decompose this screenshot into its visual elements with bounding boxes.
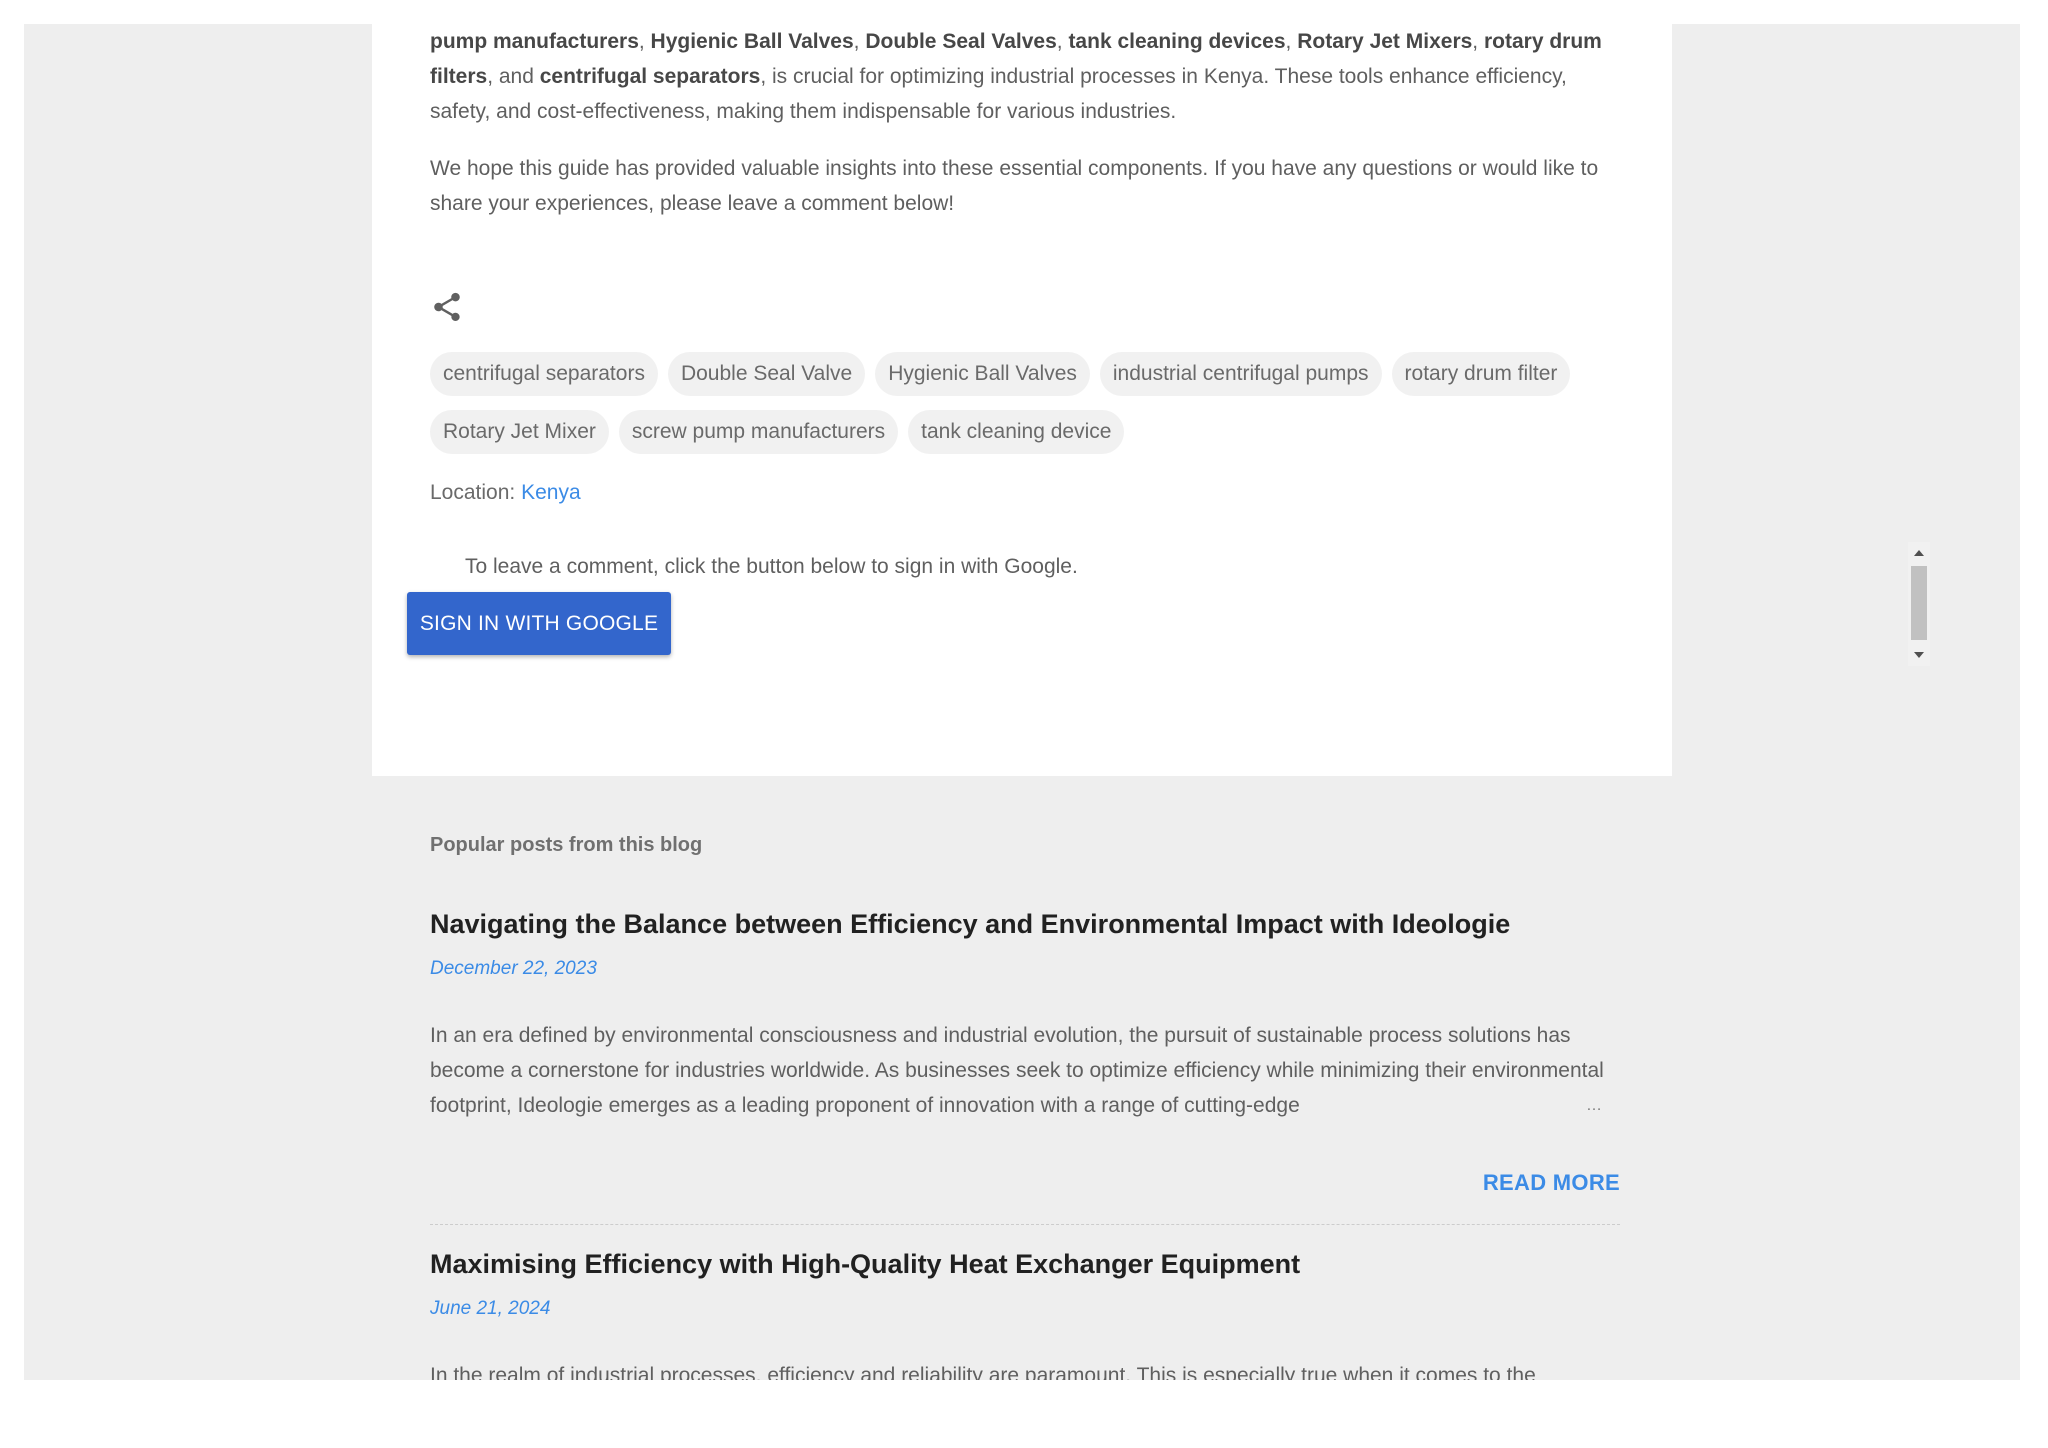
summary-bold-term: Double Seal Valves <box>865 30 1057 53</box>
label-chip[interactable]: centrifugal separators <box>430 352 658 396</box>
comment-signin-prompt: To leave a comment, click the button bel… <box>465 555 1078 578</box>
summary-text-run: , <box>853 30 866 53</box>
popular-post-title[interactable]: Navigating the Balance between Efficienc… <box>430 906 1620 942</box>
summary-text-run: , <box>1056 30 1069 53</box>
summary-text-run: , <box>1285 30 1298 53</box>
post-card: pump manufacturers, Hygienic Ball Valves… <box>372 24 1930 776</box>
popular-post-snippet: In the realm of industrial processes, ef… <box>430 1358 1620 1380</box>
popular-posts-divider <box>430 1224 1620 1225</box>
location-label: Location: <box>430 481 516 504</box>
post-body: pump manufacturers, Hygienic Ball Valves… <box>430 24 1620 221</box>
label-chip[interactable]: Rotary Jet Mixer <box>430 410 609 454</box>
popular-post-snippet-text: In an era defined by environmental consc… <box>430 1024 1604 1117</box>
popular-post-snippet: In an era defined by environmental consc… <box>430 1018 1620 1123</box>
popular-post: Navigating the Balance between Efficienc… <box>430 906 1620 1195</box>
scroll-thumb[interactable] <box>1911 566 1927 640</box>
post-labels: centrifugal separators Double Seal Valve… <box>430 352 1630 454</box>
popular-post: Maximising Efficiency with High-Quality … <box>430 1246 1620 1380</box>
scroll-down-arrow-icon[interactable] <box>1914 652 1924 658</box>
label-chip[interactable]: tank cleaning device <box>908 410 1125 454</box>
summary-text-run: , <box>1472 30 1484 53</box>
label-chip[interactable]: screw pump manufacturers <box>618 410 899 454</box>
popular-post-title[interactable]: Maximising Efficiency with High-Quality … <box>430 1246 1620 1282</box>
summary-bold-term: tank cleaning devices <box>1068 30 1286 53</box>
popular-posts-heading: Popular posts from this blog <box>430 834 703 856</box>
post-location: Location: Kenya <box>430 478 581 508</box>
popular-post-snippet-text: In the realm of industrial processes, ef… <box>430 1364 1536 1380</box>
label-chip[interactable]: industrial centrifugal pumps <box>1099 352 1382 396</box>
post-summary-paragraph: pump manufacturers, Hygienic Ball Valves… <box>430 24 1620 129</box>
popular-post-date[interactable]: December 22, 2023 <box>430 956 1620 982</box>
summary-text-run: , and <box>487 65 540 88</box>
scroll-up-arrow-icon[interactable] <box>1914 550 1924 556</box>
summary-bold-term: Hygienic Ball Valves <box>650 30 854 53</box>
read-more-link[interactable]: READ MORE <box>1483 1170 1620 1196</box>
page-viewport: pump manufacturers, Hygienic Ball Valves… <box>24 24 2020 1380</box>
label-chip[interactable]: Double Seal Valve <box>667 352 866 396</box>
summary-bold-term: Rotary Jet Mixers <box>1297 30 1473 53</box>
share-icon-graphic <box>434 292 460 322</box>
label-chip[interactable]: Hygienic Ball Valves <box>875 352 1090 396</box>
summary-bold-term: centrifugal separators <box>539 65 761 88</box>
summary-bold-term: pump manufacturers <box>430 30 639 53</box>
comment-frame-scrollbar[interactable] <box>1908 542 1930 666</box>
sign-in-with-google-button[interactable]: SIGN IN WITH GOOGLE <box>407 592 671 655</box>
label-chip[interactable]: rotary drum filter <box>1391 352 1571 396</box>
post-closing-paragraph: We hope this guide has provided valuable… <box>430 157 1599 215</box>
location-link[interactable]: Kenya <box>521 481 581 504</box>
share-icon[interactable] <box>430 290 464 324</box>
popular-post-date[interactable]: June 21, 2024 <box>430 1296 1620 1322</box>
summary-text-run: , <box>638 30 651 53</box>
snippet-ellipsis: … <box>1586 1097 1602 1114</box>
